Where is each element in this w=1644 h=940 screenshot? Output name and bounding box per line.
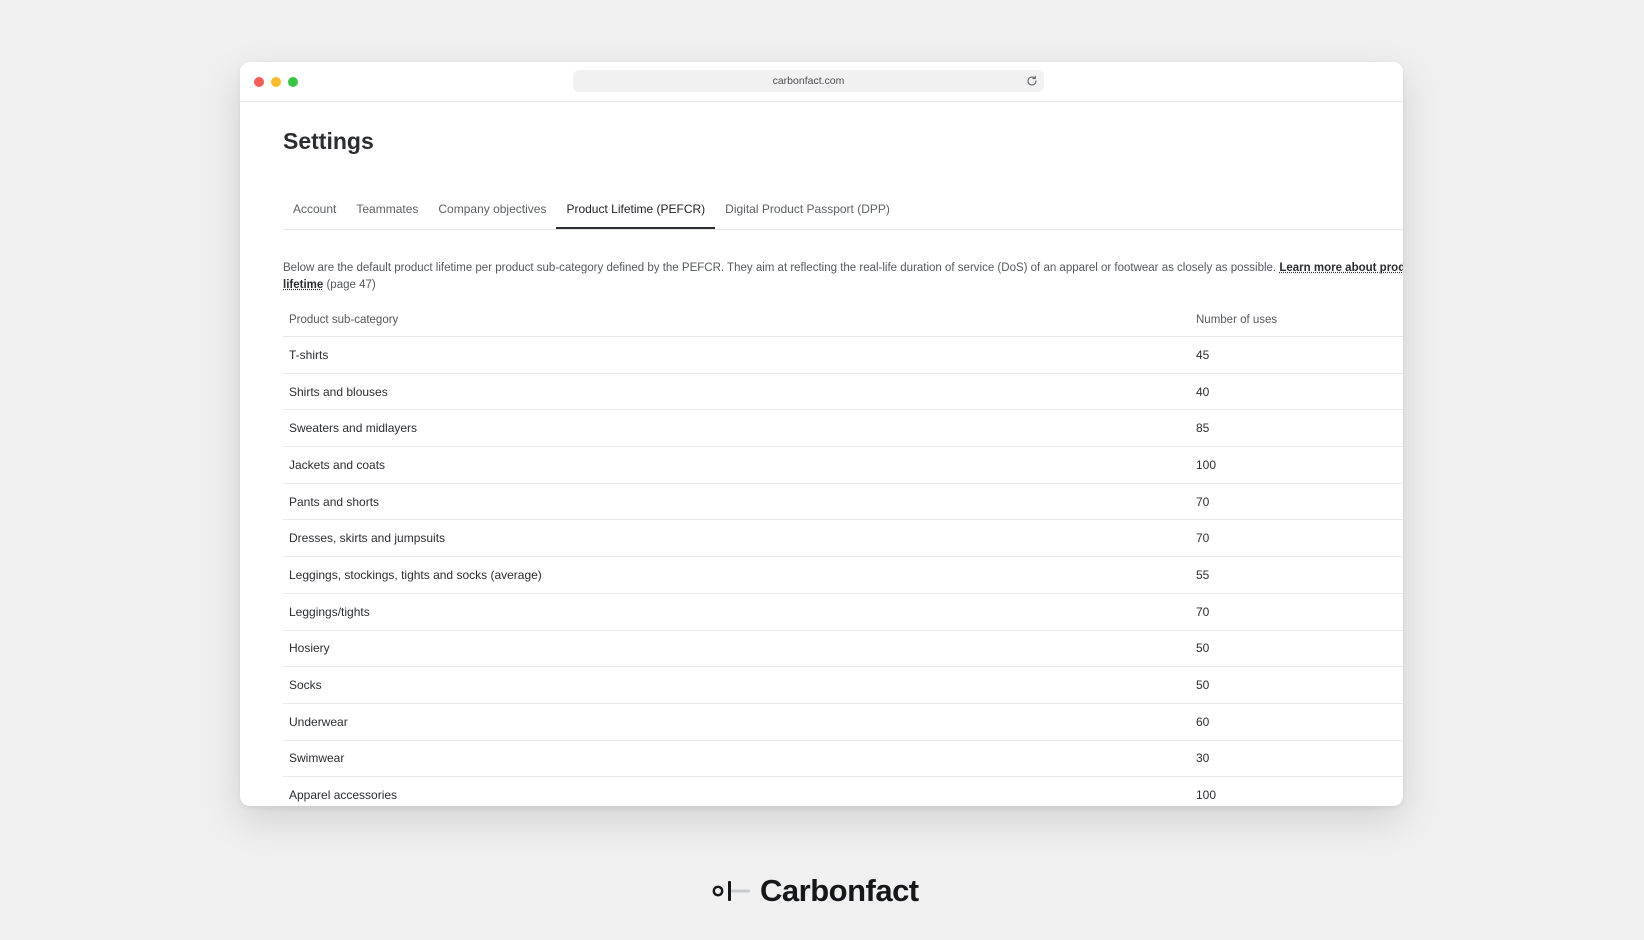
settings-tabs: Account Teammates Company objectives Pro… [283, 195, 1403, 230]
uses-cell: 85 [1190, 409, 1403, 448]
category-cell: Pants and shorts [283, 483, 1190, 521]
settings-page: Settings Account Teammates Company objec… [283, 102, 1403, 806]
table-row: Hosiery 50 [283, 630, 1403, 668]
table-row: T-shirts 45 [283, 336, 1403, 374]
category-cell: Dresses, skirts and jumpsuits [283, 519, 1190, 558]
table-row: Shirts and blouses 40 [283, 373, 1403, 411]
uses-cell: 100 [1190, 446, 1403, 484]
uses-cell: 50 [1190, 630, 1403, 668]
category-cell: Sweaters and midlayers [283, 409, 1190, 448]
browser-window: carbonfact.com Settings Account Teammate… [240, 62, 1403, 806]
table-row: Leggings/tights 70 [283, 593, 1403, 631]
tab-account[interactable]: Account [283, 195, 346, 229]
maximize-window-button[interactable] [288, 77, 298, 87]
header-number-of-uses: Number of uses [1190, 304, 1403, 337]
table-row: Leggings, stockings, tights and socks (a… [283, 556, 1403, 594]
window-controls [254, 77, 298, 87]
uses-cell: 70 [1190, 593, 1403, 631]
brand-logo: Carbonfact [712, 873, 919, 909]
tab-digital-product-passport[interactable]: Digital Product Passport (DPP) [715, 195, 900, 229]
description-text: Below are the default product lifetime p… [283, 262, 1277, 274]
table-row: Pants and shorts 70 [283, 483, 1403, 521]
carbonfact-logo-icon [712, 881, 750, 901]
header-product-sub-category: Product sub-category [283, 304, 1190, 337]
uses-cell: 50 [1190, 666, 1403, 704]
category-cell: Apparel accessories [283, 776, 1190, 806]
uses-cell: 100 [1190, 776, 1403, 806]
page-title: Settings [283, 128, 374, 154]
close-window-button[interactable] [254, 77, 264, 87]
category-cell: Socks [283, 666, 1190, 704]
uses-cell: 55 [1190, 556, 1403, 594]
table-row: Jackets and coats 100 [283, 446, 1403, 484]
address-bar-url: carbonfact.com [772, 75, 845, 87]
uses-cell: 70 [1190, 519, 1403, 558]
category-cell: Jackets and coats [283, 446, 1190, 484]
table-row: Dresses, skirts and jumpsuits 70 [283, 519, 1403, 558]
category-cell: Leggings, stockings, tights and socks (a… [283, 556, 1190, 594]
table-row: Swimwear 30 [283, 740, 1403, 778]
tab-teammates[interactable]: Teammates [346, 195, 428, 229]
description: Below are the default product lifetime p… [283, 260, 1403, 293]
uses-cell: 60 [1190, 703, 1403, 741]
uses-cell: 70 [1190, 483, 1403, 521]
reload-icon[interactable] [1025, 74, 1039, 88]
address-bar[interactable]: carbonfact.com [573, 70, 1044, 92]
uses-cell: 40 [1190, 373, 1403, 411]
uses-cell: 45 [1190, 336, 1403, 374]
category-cell: Hosiery [283, 630, 1190, 668]
product-lifetime-table: Product sub-category Number of uses T-sh… [283, 304, 1403, 806]
uses-cell: 30 [1190, 740, 1403, 778]
table-row: Apparel accessories 100 [283, 776, 1403, 806]
table-row: Sweaters and midlayers 85 [283, 409, 1403, 448]
table-row: Socks 50 [283, 666, 1403, 704]
category-cell: Swimwear [283, 740, 1190, 778]
tab-product-lifetime[interactable]: Product Lifetime (PEFCR) [556, 195, 716, 229]
browser-titlebar: carbonfact.com [240, 62, 1403, 102]
table-row: Underwear 60 [283, 703, 1403, 741]
category-cell: Shirts and blouses [283, 373, 1190, 411]
category-cell: Underwear [283, 703, 1190, 741]
description-suffix: (page 47) [326, 278, 376, 291]
table-header-row: Product sub-category Number of uses [283, 304, 1403, 337]
category-cell: T-shirts [283, 336, 1190, 374]
brand-name: Carbonfact [760, 873, 919, 908]
minimize-window-button[interactable] [271, 77, 281, 87]
category-cell: Leggings/tights [283, 593, 1190, 631]
tab-company-objectives[interactable]: Company objectives [428, 195, 556, 229]
